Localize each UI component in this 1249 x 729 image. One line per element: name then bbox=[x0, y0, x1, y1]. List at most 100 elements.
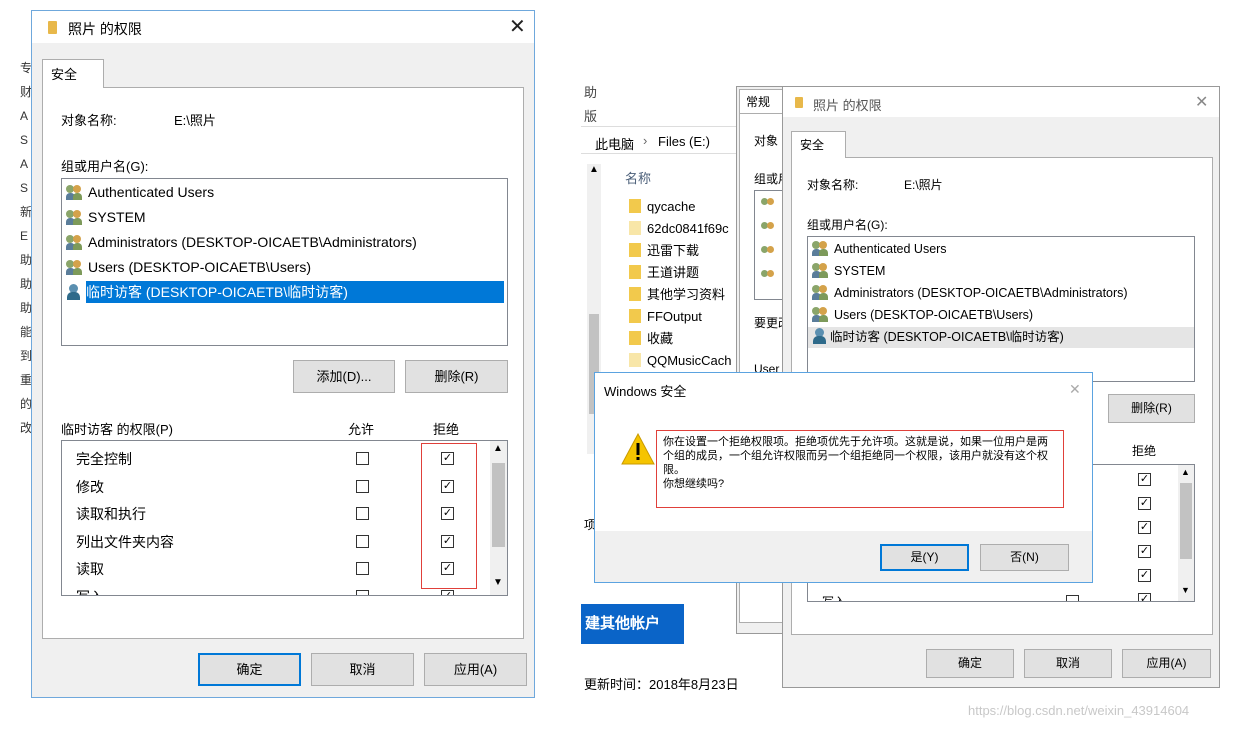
file-list-item[interactable]: FFOutput bbox=[629, 306, 702, 328]
allow-checkbox[interactable] bbox=[1066, 595, 1079, 601]
allow-checkbox[interactable] bbox=[356, 534, 369, 548]
right-user-listbox[interactable]: Authenticated Users SYSTEM Administrators … bbox=[807, 236, 1195, 382]
folder-icon bbox=[629, 199, 641, 213]
watermark: https://blog.csdn.net/weixin_43914604 bbox=[968, 703, 1190, 718]
right-dialog-title: 照片 的权限 bbox=[813, 98, 882, 113]
file-list-item[interactable]: 收藏 bbox=[629, 328, 673, 350]
allow-checkbox[interactable] bbox=[356, 589, 369, 595]
file-name: FFOutput bbox=[647, 309, 702, 324]
left-dialog-titlebar: 照片 的权限 ✕ bbox=[32, 11, 534, 43]
user-list-item[interactable]: Users (DESKTOP-OICAETB\Users) bbox=[66, 256, 311, 278]
file-list-item[interactable]: qycache bbox=[629, 196, 695, 218]
user-list-item[interactable]: 临时访客 (DESKTOP-OICAETB\临时访客) bbox=[67, 281, 504, 303]
permission-name: 写入 bbox=[76, 587, 104, 596]
allow-checkbox[interactable] bbox=[356, 452, 369, 465]
deny-checkbox[interactable]: ✓ bbox=[1138, 473, 1151, 486]
warning-icon bbox=[621, 433, 655, 465]
add-button[interactable]: 添加(D)... bbox=[293, 360, 395, 393]
name-column-header[interactable]: 名称 bbox=[625, 168, 651, 187]
user-name: Users (DESKTOP-OICAETB\Users) bbox=[88, 259, 311, 275]
allow-checkbox[interactable] bbox=[356, 479, 369, 493]
single-user-icon bbox=[66, 284, 82, 300]
folder-icon bbox=[629, 221, 641, 235]
tab-general[interactable]: 常规 bbox=[739, 89, 785, 113]
deny-checkbox[interactable]: ✓ bbox=[441, 589, 454, 595]
breadcrumb-drive[interactable]: Files (E:) bbox=[658, 134, 710, 149]
permissions-scrollbar[interactable]: ▲ ▼ bbox=[490, 441, 507, 595]
close-icon[interactable]: ✕ bbox=[509, 17, 526, 37]
scroll-up-icon[interactable]: ▲ bbox=[1181, 467, 1190, 477]
yes-button[interactable]: 是(Y) bbox=[880, 544, 969, 571]
scroll-up-icon[interactable]: ▲ bbox=[589, 164, 599, 175]
group-users-icon bbox=[66, 209, 86, 225]
scroll-down-icon[interactable]: ▼ bbox=[493, 577, 503, 588]
remove-button[interactable]: 删除(R) bbox=[1108, 394, 1195, 423]
folder-icon bbox=[629, 243, 641, 257]
tab-security[interactable]: 安全 bbox=[42, 59, 104, 88]
apply-button[interactable]: 应用(A) bbox=[1122, 649, 1211, 678]
right-permissions-scrollbar[interactable]: ▲ ▼ bbox=[1178, 465, 1194, 601]
user-list-item[interactable]: Authenticated Users bbox=[66, 181, 214, 203]
deny-checkbox[interactable]: ✓ bbox=[1138, 593, 1151, 601]
deny-checkbox[interactable]: ✓ bbox=[1138, 569, 1151, 582]
allow-checkbox[interactable] bbox=[356, 507, 369, 520]
close-icon[interactable]: ✕ bbox=[1195, 93, 1208, 113]
single-user-icon bbox=[812, 328, 828, 344]
breadcrumb-this-pc[interactable]: 此电脑 bbox=[595, 134, 634, 153]
file-list-item[interactable]: 迅雷下载 bbox=[629, 240, 699, 262]
user-list-item[interactable]: SYSTEM bbox=[66, 206, 146, 228]
allow-header: 允许 bbox=[348, 422, 375, 437]
folder-icon bbox=[629, 265, 641, 279]
apply-button[interactable]: 应用(A) bbox=[424, 653, 527, 686]
folder-icon bbox=[629, 331, 641, 345]
file-name: qycache bbox=[647, 199, 696, 214]
object-name-value: E:\照片 bbox=[904, 178, 943, 192]
file-name: 62dc0841f69c bbox=[647, 221, 729, 236]
user-list-item[interactable]: Users (DESKTOP-OICAETB\Users) bbox=[812, 305, 1033, 326]
deny-checkbox[interactable]: ✓ bbox=[1138, 545, 1151, 558]
address-bar[interactable]: 此电脑 › Files (E:) bbox=[581, 126, 741, 154]
alert-question: 你想继续吗? bbox=[663, 478, 725, 490]
user-name: Administrators (DESKTOP-OICAETB\Administ… bbox=[834, 286, 1128, 300]
file-list-item[interactable]: 62dc0841f69c bbox=[629, 218, 729, 240]
cancel-button[interactable]: 取消 bbox=[1024, 649, 1112, 678]
group-users-icon bbox=[761, 245, 781, 261]
group-label: 组或用户名(G): bbox=[61, 159, 149, 174]
user-list-item[interactable]: Administrators (DESKTOP-OICAETB\Administ… bbox=[66, 231, 417, 253]
file-list-item[interactable]: QQMusicCach bbox=[629, 350, 732, 372]
scroll-up-icon[interactable]: ▲ bbox=[493, 443, 503, 454]
close-icon[interactable]: ✕ bbox=[1069, 379, 1081, 399]
left-permissions-dialog: 照片 的权限 ✕ 安全 对象名称: E:\照片 组或用户名(G): Authen… bbox=[31, 10, 535, 698]
group-users-icon bbox=[761, 269, 781, 285]
group-label: 组或用户名(G): bbox=[807, 218, 888, 232]
object-name-value: E:\照片 bbox=[174, 113, 216, 128]
windows-security-alert: Windows 安全 ✕ 你在设置一个拒绝权限项。拒绝项优先于允许项。这就是说，… bbox=[594, 372, 1093, 583]
tab-security[interactable]: 安全 bbox=[791, 131, 846, 158]
no-button[interactable]: 否(N) bbox=[980, 544, 1069, 571]
scroll-thumb[interactable] bbox=[492, 463, 505, 547]
user-list-item[interactable]: SYSTEM bbox=[812, 261, 885, 282]
ok-button[interactable]: 确定 bbox=[926, 649, 1014, 678]
group-users-icon bbox=[761, 221, 781, 237]
file-list-item[interactable]: 王道讲题 bbox=[629, 262, 699, 284]
deny-checkbox[interactable]: ✓ bbox=[1138, 497, 1151, 510]
allow-checkbox[interactable] bbox=[356, 562, 369, 575]
group-users-icon bbox=[66, 184, 86, 200]
user-list-item[interactable]: Authenticated Users bbox=[812, 239, 947, 260]
remove-button[interactable]: 删除(R) bbox=[405, 360, 508, 393]
cancel-button[interactable]: 取消 bbox=[311, 653, 414, 686]
scroll-thumb[interactable] bbox=[1180, 483, 1192, 559]
deny-checkbox[interactable]: ✓ bbox=[1138, 521, 1151, 534]
user-list-item[interactable]: Administrators (DESKTOP-OICAETB\Administ… bbox=[812, 283, 1128, 304]
folder-icon bbox=[48, 21, 57, 34]
group-users-icon bbox=[66, 259, 86, 275]
file-list-item[interactable]: 其他学习资料 bbox=[629, 284, 725, 306]
ok-button[interactable]: 确定 bbox=[198, 653, 301, 686]
group-users-icon bbox=[812, 284, 832, 300]
alert-message-box: 你在设置一个拒绝权限项。拒绝项优先于允许项。这就是说，如果一位用户是两个组的成员… bbox=[656, 430, 1064, 508]
create-account-banner[interactable]: 建其他帐户 bbox=[581, 604, 684, 644]
user-list-item[interactable]: 临时访客 (DESKTOP-OICAETB\临时访客) bbox=[808, 327, 1194, 348]
permission-name: 写入 bbox=[822, 595, 847, 602]
user-listbox[interactable]: Authenticated Users SYSTEM Administrators … bbox=[61, 178, 508, 346]
scroll-down-icon[interactable]: ▼ bbox=[1181, 585, 1190, 595]
